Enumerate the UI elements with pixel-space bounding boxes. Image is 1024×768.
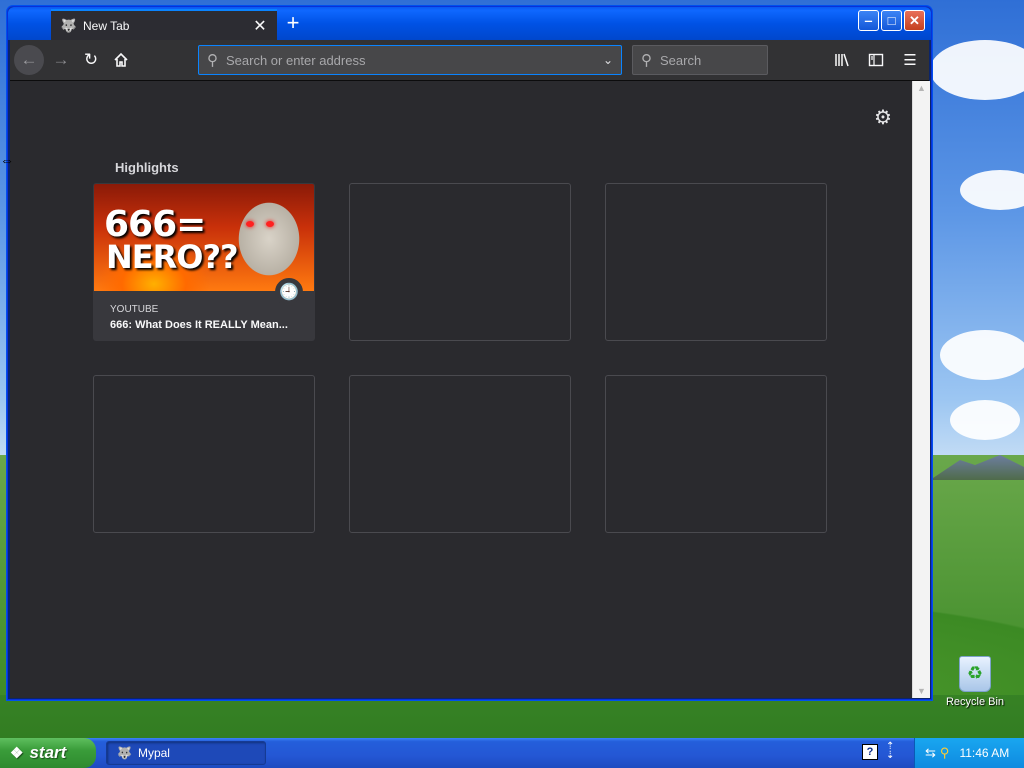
section-title-highlights: Highlights bbox=[115, 160, 179, 175]
vertical-scrollbar[interactable]: ▲ ▼ bbox=[912, 81, 930, 698]
reload-icon: ↻ bbox=[83, 50, 99, 69]
desktop-cloud bbox=[950, 400, 1020, 440]
address-input[interactable] bbox=[224, 51, 595, 69]
window-controls: ‒ □ ✕ bbox=[858, 10, 925, 31]
empty-highlight-slot bbox=[93, 375, 315, 533]
scroll-up-arrow-icon[interactable]: ▲ bbox=[913, 81, 930, 95]
library-icon bbox=[835, 53, 849, 67]
start-label: start bbox=[29, 743, 67, 762]
system-tray: ⇆ ⚲ 11:46 AM bbox=[914, 738, 1024, 768]
title-bar: 🐺 New Tab ✕ + ‒ □ ✕ bbox=[8, 7, 931, 40]
highlight-source: YOUTUBE bbox=[110, 304, 159, 315]
highlight-card[interactable]: 666= NERO?? 🕘 YOUTUBE 666: What Does It … bbox=[93, 183, 315, 341]
clock-icon: 🕘 bbox=[275, 278, 303, 306]
menu-icon: ☰ bbox=[903, 52, 917, 69]
highlight-title: 666: What Does It REALLY Mean... bbox=[110, 319, 288, 331]
recycle-bin-icon bbox=[959, 656, 991, 692]
recycle-bin-shortcut[interactable]: Recycle Bin bbox=[944, 656, 1006, 708]
desktop-cloud bbox=[940, 330, 1024, 380]
back-button[interactable]: ← bbox=[14, 45, 44, 75]
taskbar-item-label: Mypal bbox=[137, 746, 170, 760]
thumbnail-text: NERO?? bbox=[106, 238, 239, 276]
library-button[interactable] bbox=[827, 45, 857, 75]
gear-icon[interactable]: ⚙ bbox=[872, 107, 894, 129]
desktop-cloud bbox=[930, 40, 1024, 100]
start-button[interactable]: ❖ start bbox=[0, 738, 96, 768]
search-tray-icon[interactable]: ⚲ bbox=[940, 745, 950, 761]
empty-highlight-slot bbox=[605, 375, 827, 533]
forward-button[interactable]: → bbox=[46, 45, 76, 75]
resize-cursor-icon: ⇔ bbox=[0, 152, 14, 168]
taskbar: ❖ start 🐺 Mypal ? ⇡ ⇣ ⇆ ⚲ 11:46 AM bbox=[0, 738, 1024, 768]
address-bar[interactable]: ⚲ ⌄ bbox=[198, 45, 622, 75]
clock: 11:46 AM bbox=[959, 746, 1010, 760]
home-icon bbox=[114, 52, 128, 67]
desktop-cloud bbox=[960, 170, 1024, 210]
chevron-down-icon[interactable]: ⌄ bbox=[595, 53, 621, 67]
empty-highlight-slot bbox=[349, 183, 571, 341]
browser-favicon-icon: 🐺 bbox=[117, 746, 132, 760]
tab-new-tab[interactable]: 🐺 New Tab ✕ bbox=[51, 9, 277, 40]
sidebar-icon bbox=[868, 53, 884, 67]
tray-expand-icon[interactable]: ⇡ ⇣ bbox=[886, 742, 894, 761]
sidebar-button[interactable] bbox=[861, 45, 891, 75]
browser-favicon-icon: 🐺 bbox=[60, 17, 78, 33]
toolbar-right: ☰ bbox=[827, 45, 925, 75]
forward-arrow-icon: → bbox=[52, 50, 70, 69]
search-bar[interactable]: ⚲ bbox=[632, 45, 768, 75]
empty-highlight-slot bbox=[605, 183, 827, 341]
scroll-down-arrow-icon[interactable]: ▼ bbox=[913, 684, 930, 698]
menu-button[interactable]: ☰ bbox=[895, 45, 925, 75]
search-icon: ⚲ bbox=[641, 52, 652, 69]
home-button[interactable] bbox=[106, 45, 136, 75]
minimize-button[interactable]: ‒ bbox=[858, 10, 879, 31]
browser-window: 🐺 New Tab ✕ + ‒ □ ✕ ← → ↻ ⚲ ⌄ ⚲ bbox=[7, 6, 932, 700]
search-input[interactable] bbox=[658, 51, 752, 69]
close-button[interactable]: ✕ bbox=[904, 10, 925, 31]
highlight-thumbnail: 666= NERO?? bbox=[94, 184, 314, 291]
empty-highlight-slot bbox=[349, 375, 571, 533]
nav-toolbar: ← → ↻ ⚲ ⌄ ⚲ ☰ bbox=[10, 40, 929, 81]
recycle-bin-label: Recycle Bin bbox=[945, 696, 1005, 708]
new-tab-button[interactable]: + bbox=[281, 12, 305, 36]
search-icon: ⚲ bbox=[207, 52, 218, 69]
new-tab-page: ⚙ Highlights 666= NERO?? 🕘 YOUTUBE 666: … bbox=[10, 81, 912, 698]
tab-title: New Tab bbox=[83, 18, 130, 33]
thumbnail-eyes bbox=[246, 221, 274, 227]
windows-flag-icon: ❖ bbox=[10, 745, 24, 762]
tab-close-icon[interactable]: ✕ bbox=[249, 15, 271, 37]
network-icon[interactable]: ⇆ bbox=[925, 745, 936, 761]
back-arrow-icon: ← bbox=[20, 50, 38, 69]
help-icon[interactable]: ? bbox=[862, 744, 878, 760]
maximize-button[interactable]: □ bbox=[881, 10, 902, 31]
taskbar-item-mypal[interactable]: 🐺 Mypal bbox=[106, 741, 266, 765]
reload-button[interactable]: ↻ bbox=[76, 45, 106, 75]
